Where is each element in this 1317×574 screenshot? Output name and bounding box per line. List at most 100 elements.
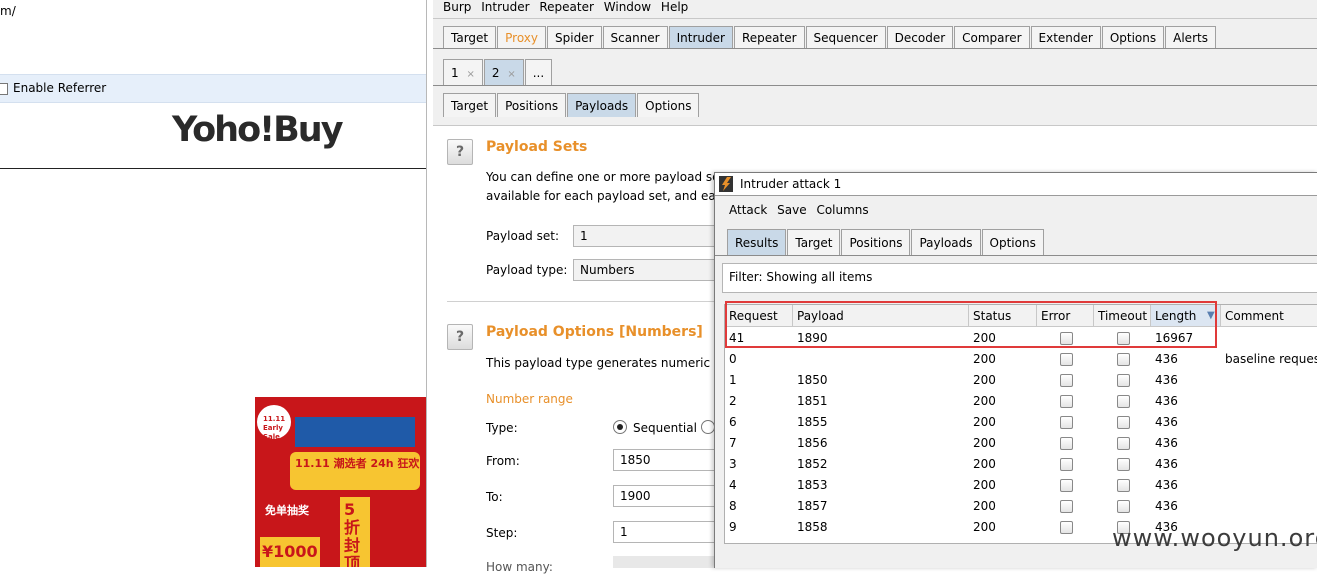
referrer-checkbox[interactable] (0, 83, 8, 95)
menu-save[interactable]: Save (777, 203, 806, 217)
table-row[interactable]: 2 1851 200 436 (725, 391, 1317, 412)
error-checkbox[interactable] (1060, 395, 1073, 408)
instance-tabbar: 1 × 2 × ... (443, 59, 553, 85)
sequential-radio[interactable] (613, 420, 627, 434)
table-row[interactable]: 3 1852 200 436 (725, 454, 1317, 475)
error-checkbox[interactable] (1060, 437, 1073, 450)
filter-bar[interactable]: Filter: Showing all items (722, 263, 1317, 293)
subtab-options[interactable]: Options (637, 93, 700, 117)
cell-payload: 1850 (797, 373, 828, 387)
table-row[interactable]: 8 1857 200 436 (725, 496, 1317, 517)
main-tabbar: Target Proxy Spider Scanner Intruder Rep… (443, 26, 1217, 48)
subtab-positions[interactable]: Positions (497, 93, 567, 117)
tab-decoder[interactable]: Decoder (886, 26, 954, 48)
attack-titlebar[interactable]: Intruder attack 1 (715, 173, 1317, 195)
cell-request: 4 (729, 478, 737, 492)
tab-scanner[interactable]: Scanner (602, 26, 668, 48)
timeout-checkbox[interactable] (1117, 416, 1130, 429)
cell-comment (1221, 391, 1225, 412)
browser-panel: m/ Enable Referrer Yoho!Buy 11.11 Early … (0, 0, 427, 567)
table-row[interactable]: 1 1850 200 436 (725, 370, 1317, 391)
tab-spider[interactable]: Spider (547, 26, 602, 48)
tab-comparer[interactable]: Comparer (954, 26, 1030, 48)
menu-columns[interactable]: Columns (816, 203, 868, 217)
attack-tabbar: Results Target Positions Payloads Option… (727, 229, 1045, 255)
help-button[interactable]: ? (447, 324, 473, 350)
menubar: Burp Intruder Repeater Window Help (443, 0, 694, 14)
close-icon[interactable]: × (466, 69, 474, 80)
error-checkbox[interactable] (1060, 458, 1073, 471)
subtab-target[interactable]: Target (443, 93, 497, 117)
timeout-checkbox[interactable] (1117, 479, 1130, 492)
menu-window[interactable]: Window (604, 0, 651, 14)
how-many-input[interactable] (613, 556, 723, 568)
tab-intruder[interactable]: Intruder (668, 26, 733, 48)
error-checkbox[interactable] (1060, 374, 1073, 387)
cell-status: 200 (973, 394, 996, 408)
attack-tab-options[interactable]: Options (981, 229, 1044, 255)
table-row[interactable]: 6 1855 200 436 (725, 412, 1317, 433)
menu-burp[interactable]: Burp (443, 0, 471, 14)
table-row[interactable]: 7 1856 200 436 (725, 433, 1317, 454)
attack-tab-payloads[interactable]: Payloads (911, 229, 981, 255)
cell-request: 3 (729, 457, 737, 471)
tab-repeater[interactable]: Repeater (733, 26, 805, 48)
from-input[interactable]: 1850 (613, 449, 723, 471)
col-comment[interactable]: Comment (1221, 305, 1317, 327)
tab-target[interactable]: Target (443, 26, 497, 48)
cell-payload: 1857 (797, 499, 828, 513)
close-icon[interactable]: × (507, 69, 515, 80)
divider (0, 168, 426, 169)
menu-intruder[interactable]: Intruder (481, 0, 529, 14)
table-row[interactable]: 0 200 436 baseline request (725, 349, 1317, 370)
random-radio[interactable] (701, 420, 715, 434)
timeout-checkbox[interactable] (1117, 353, 1130, 366)
subtab-payloads[interactable]: Payloads (567, 93, 637, 117)
cell-request: 8 (729, 499, 737, 513)
table-row[interactable]: 4 1853 200 436 (725, 475, 1317, 496)
payload-set-select[interactable]: 1 (573, 225, 718, 247)
cell-length: 436 (1155, 457, 1178, 471)
error-checkbox[interactable] (1060, 521, 1073, 534)
attack-tab-results[interactable]: Results (727, 229, 787, 255)
cell-comment (1221, 433, 1225, 454)
to-input[interactable]: 1900 (613, 485, 723, 507)
step-input[interactable]: 1 (613, 521, 723, 543)
menu-help[interactable]: Help (661, 0, 688, 14)
attack-tab-target[interactable]: Target (787, 229, 841, 255)
error-checkbox[interactable] (1060, 353, 1073, 366)
title-divider (715, 195, 1317, 196)
new-instance-tab[interactable]: ... (524, 59, 553, 85)
menu-repeater[interactable]: Repeater (539, 0, 594, 14)
yohobuy-logo[interactable]: Yoho!Buy (172, 110, 344, 150)
cell-request: 9 (729, 520, 737, 534)
instance-tab-1[interactable]: 1 × (443, 59, 483, 85)
error-checkbox[interactable] (1060, 416, 1073, 429)
tab-options[interactable]: Options (1101, 26, 1165, 48)
cell-request: 7 (729, 436, 737, 450)
tab-extender[interactable]: Extender (1030, 26, 1101, 48)
tab-alerts[interactable]: Alerts (1165, 26, 1216, 48)
timeout-checkbox[interactable] (1117, 395, 1130, 408)
payload-type-select[interactable]: Numbers (573, 259, 718, 281)
attack-tab-positions[interactable]: Positions (841, 229, 911, 255)
error-checkbox[interactable] (1060, 479, 1073, 492)
timeout-checkbox[interactable] (1117, 458, 1130, 471)
tab-sequencer[interactable]: Sequencer (805, 26, 886, 48)
attack-menubar: Attack Save Columns (729, 203, 869, 217)
cell-length: 436 (1155, 373, 1178, 387)
cell-request: 1 (729, 373, 737, 387)
error-checkbox[interactable] (1060, 500, 1073, 513)
promo-banner[interactable]: 11.11 Early Sale 11.11 潮选者 24h 狂欢 免单抽奖 5… (255, 397, 426, 567)
how-many-label: How many: (486, 560, 553, 574)
tab-proxy[interactable]: Proxy (497, 26, 546, 48)
timeout-checkbox[interactable] (1117, 374, 1130, 387)
instance-tab-2[interactable]: 2 × (483, 59, 524, 85)
timeout-checkbox[interactable] (1117, 500, 1130, 513)
help-button[interactable]: ? (447, 139, 473, 165)
menu-attack[interactable]: Attack (729, 203, 767, 217)
intruder-attack-window: Intruder attack 1 Attack Save Columns Re… (714, 172, 1317, 568)
filter-text: Filter: Showing all items (729, 270, 873, 284)
timeout-checkbox[interactable] (1117, 437, 1130, 450)
cell-length: 436 (1155, 394, 1178, 408)
